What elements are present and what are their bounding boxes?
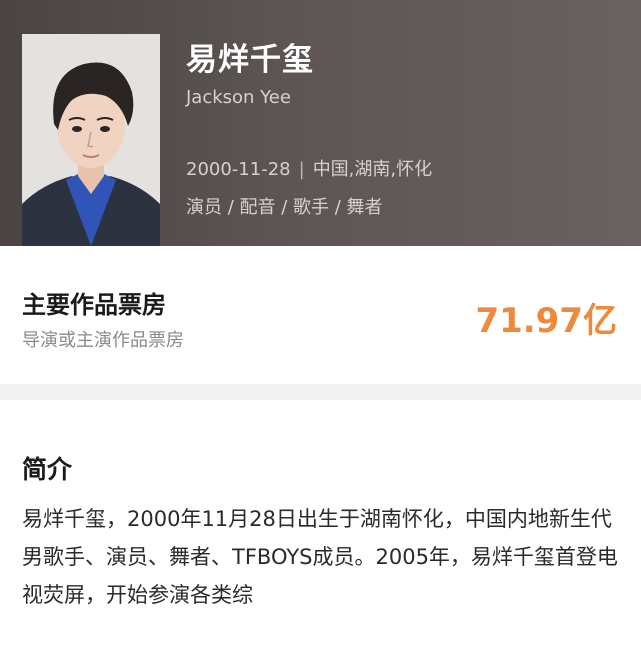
- intro-section: 简介 易烊千玺，2000年11月28日出生于湖南怀化，中国内地新生代男歌手、演员…: [0, 400, 641, 660]
- intro-text[interactable]: 易烊千玺，2000年11月28日出生于湖南怀化，中国内地新生代男歌手、演员、舞者…: [22, 500, 622, 614]
- intro-title: 简介: [22, 455, 73, 484]
- artist-english-name: Jackson Yee: [186, 87, 291, 108]
- box-office-subtitle: 导演或主演作品票房: [22, 330, 184, 351]
- section-divider: [0, 384, 641, 400]
- artist-roles: 演员 / 配音 / 歌手 / 舞者: [186, 197, 383, 218]
- birth-info: 2000-11-28 | 中国,湖南,怀化: [186, 155, 432, 181]
- box-office-title: 主要作品票房: [22, 291, 166, 319]
- birth-date: 2000-11-28: [186, 159, 291, 180]
- box-office-card[interactable]: 主要作品票房 导演或主演作品票房 71.97亿: [0, 246, 641, 384]
- info-separator: |: [298, 159, 305, 180]
- box-office-value: 71.97亿: [475, 301, 617, 341]
- profile-header: 易烊千玺 Jackson Yee 2000-11-28 | 中国,湖南,怀化 演员 …: [0, 0, 641, 246]
- avatar[interactable]: [22, 34, 160, 246]
- birthplace: 中国,湖南,怀化: [312, 159, 433, 180]
- artist-name: 易烊千玺: [186, 42, 314, 78]
- portrait-image: [22, 34, 160, 246]
